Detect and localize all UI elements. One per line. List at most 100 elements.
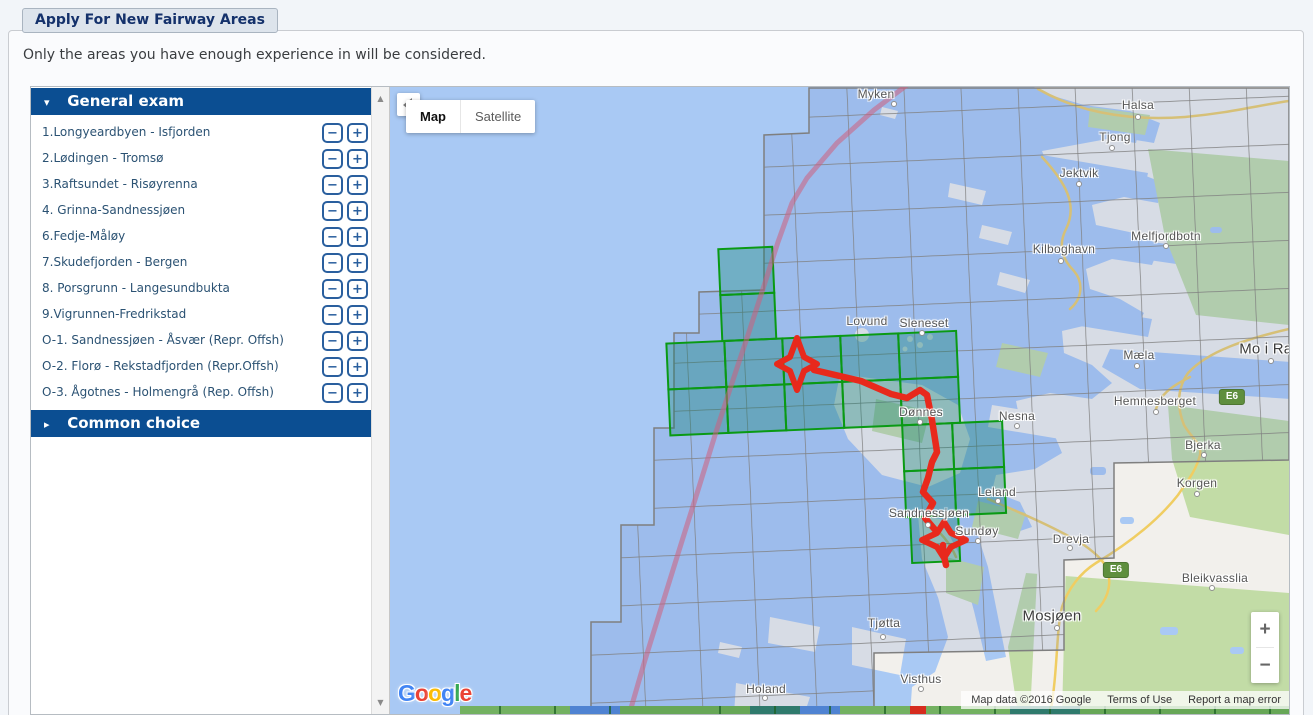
decrease-button[interactable]: −: [322, 123, 343, 143]
fairway-sidebar: ▾ General exam 1.Longyeardbyen - Isfjord…: [31, 87, 371, 714]
place-marker-dot: [995, 498, 1001, 504]
map-data-text: Map data ©2016 Google: [971, 694, 1091, 706]
map-zoom-control: + −: [1251, 612, 1279, 683]
map-place-label: Leland: [978, 485, 1016, 499]
map-place-label: Dønnes: [899, 405, 943, 419]
general-exam-header[interactable]: ▾ General exam: [31, 88, 371, 115]
map-place-label: Mo i Ran: [1239, 341, 1289, 358]
google-logo-letter: o: [428, 680, 441, 706]
decrease-button[interactable]: −: [322, 175, 343, 195]
increase-button[interactable]: +: [347, 383, 368, 403]
tab-satellite[interactable]: Satellite: [461, 100, 535, 133]
place-marker-dot: [1067, 545, 1073, 551]
fairway-item-label: 8. Porsgrunn - Langesundbukta: [42, 281, 230, 295]
map-place-label: Korgen: [1177, 476, 1218, 490]
place-marker-dot: [1109, 145, 1115, 151]
map-place-label: Myken: [858, 87, 895, 101]
increase-button[interactable]: +: [347, 175, 368, 195]
map-place-label: Tjong: [1099, 130, 1131, 144]
fairway-item: 8. Porsgrunn - Langesundbukta −+: [31, 276, 371, 302]
map-place-label: Bleikvasslia: [1182, 571, 1248, 585]
zoom-in-button[interactable]: +: [1251, 612, 1279, 647]
fairway-item-label: O-3. Ågotnes - Holmengrå (Rep. Offsh): [42, 385, 274, 399]
page-title: Apply For New Fairway Areas: [22, 8, 278, 33]
map-place-label: Holand: [746, 682, 786, 696]
fairway-item-label: O-2. Florø - Rekstadfjorden (Repr.Offsh): [42, 359, 279, 373]
google-logo[interactable]: Google: [398, 680, 471, 707]
scroll-down-icon[interactable]: ▼: [372, 694, 389, 711]
decrease-button[interactable]: −: [322, 357, 343, 377]
increase-button[interactable]: +: [347, 123, 368, 143]
place-marker-dot: [1054, 625, 1060, 631]
increase-button[interactable]: +: [347, 331, 368, 351]
place-marker-dot: [1135, 114, 1141, 120]
fairway-item: O-2. Florø - Rekstadfjorden (Repr.Offsh)…: [31, 354, 371, 380]
map-place-label: Sandnessjøen: [889, 506, 969, 520]
map-place-label: Sundøy: [955, 524, 998, 538]
general-exam-label: General exam: [67, 92, 184, 110]
place-marker-dot: [1194, 491, 1200, 497]
map-place-label: Nesna: [999, 409, 1035, 423]
scroll-up-icon[interactable]: ▲: [372, 90, 389, 107]
map-canvas[interactable]: MykenHalsaTjongJektvikKilboghavnMelfjord…: [390, 87, 1289, 714]
place-marker-dot: [919, 330, 925, 336]
increase-button[interactable]: +: [347, 253, 368, 273]
page-subtitle: Only the areas you have enough experienc…: [23, 47, 486, 63]
fairway-item-label: 7.Skudefjorden - Bergen: [42, 255, 187, 269]
caret-right-icon: ▸: [44, 411, 62, 438]
increase-button[interactable]: +: [347, 201, 368, 221]
map-place-label: Hemnesberget: [1114, 394, 1196, 408]
fairway-item-label: 3.Raftsundet - Risøyrenna: [42, 177, 198, 191]
fairway-item: O-1. Sandnessjøen - Åsvær (Repr. Offsh)−…: [31, 328, 371, 354]
place-marker-dot: [880, 634, 886, 640]
place-marker-dot: [1163, 243, 1169, 249]
fairway-item: O-3. Ågotnes - Holmengrå (Rep. Offsh) −+: [31, 380, 371, 406]
place-marker-dot: [1268, 358, 1274, 364]
increase-button[interactable]: +: [347, 357, 368, 377]
tab-map[interactable]: Map: [406, 100, 461, 133]
decrease-button[interactable]: −: [322, 331, 343, 351]
decrease-button[interactable]: −: [322, 149, 343, 169]
fairway-item-label: 4. Grinna-Sandnessjøen: [42, 203, 185, 217]
terms-of-use-link[interactable]: Terms of Use: [1107, 694, 1172, 706]
google-logo-letter: g: [441, 680, 454, 706]
place-marker-dot: [925, 522, 931, 528]
map-place-label: Melfjordbotn: [1131, 229, 1201, 243]
map-place-label: Sleneset: [899, 316, 948, 330]
fairway-item: 4. Grinna-Sandnessjøen −+: [31, 198, 371, 224]
place-marker-dot: [891, 101, 897, 107]
google-logo-letter: G: [398, 680, 415, 706]
increase-button[interactable]: +: [347, 305, 368, 325]
sidebar-scrollbar[interactable]: ▲ ▼: [371, 87, 390, 714]
common-choice-label: Common choice: [67, 414, 200, 432]
map-place-label: Lovund: [846, 314, 887, 328]
increase-button[interactable]: +: [347, 279, 368, 299]
map-place-label: Jektvik: [1060, 166, 1099, 180]
fairway-list: 1.Longyeardbyen - Isfjorden−+2.Lødingen …: [31, 120, 371, 406]
place-marker-dot: [975, 538, 981, 544]
place-marker-dot: [1076, 181, 1082, 187]
increase-button[interactable]: +: [347, 149, 368, 169]
google-logo-letter: e: [459, 680, 471, 706]
fairway-panel: ▾ General exam 1.Longyeardbyen - Isfjord…: [30, 86, 1290, 715]
map-place-label: Halsa: [1122, 98, 1154, 112]
map-place-label: Tjøtta: [868, 616, 900, 630]
report-map-error-link[interactable]: Report a map error: [1188, 694, 1281, 706]
map-place-label: Mosjøen: [1023, 608, 1082, 625]
fairway-item-label: 6.Fedje-Måløy: [42, 229, 125, 243]
decrease-button[interactable]: −: [322, 201, 343, 221]
increase-button[interactable]: +: [347, 227, 368, 247]
fairway-item: 6.Fedje-Måløy −+: [31, 224, 371, 250]
decrease-button[interactable]: −: [322, 383, 343, 403]
common-choice-header[interactable]: ▸ Common choice: [31, 410, 371, 437]
decrease-button[interactable]: −: [322, 227, 343, 247]
place-marker-dot: [1201, 452, 1207, 458]
fairway-item-label: 2.Lødingen - Tromsø: [42, 151, 163, 165]
decrease-button[interactable]: −: [322, 253, 343, 273]
caret-down-icon: ▾: [44, 89, 62, 116]
place-marker-dot: [1134, 363, 1140, 369]
map-place-label: Visthus: [900, 672, 941, 686]
decrease-button[interactable]: −: [322, 305, 343, 325]
zoom-out-button[interactable]: −: [1251, 648, 1279, 683]
decrease-button[interactable]: −: [322, 279, 343, 299]
